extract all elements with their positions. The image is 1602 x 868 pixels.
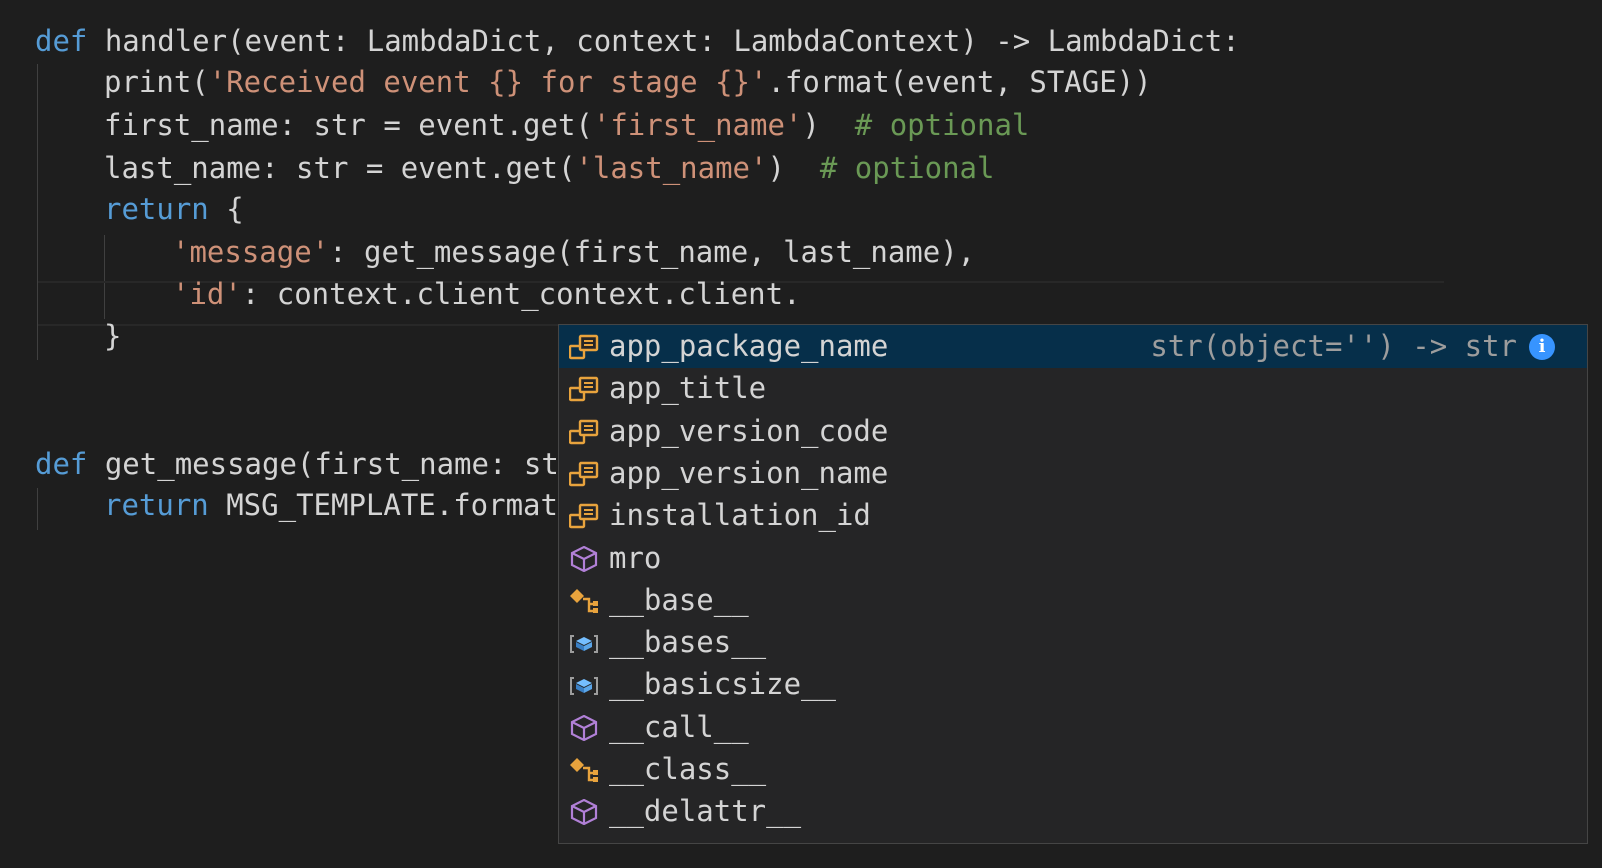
suggestion-label: mro	[609, 540, 662, 575]
info-icon[interactable]: i	[1529, 334, 1555, 360]
method-icon	[569, 546, 599, 572]
class-icon	[569, 757, 599, 783]
suggestion-label: app_version_name	[609, 455, 889, 490]
code-line: }	[104, 319, 122, 353]
code-line: def get_message(first_name: st	[35, 447, 559, 481]
suggestion-label: app_version_code	[609, 413, 889, 448]
field-icon	[569, 334, 599, 360]
code-line: return {	[104, 192, 244, 226]
suggestion-label: __delattr__	[609, 794, 802, 829]
field-icon	[569, 376, 599, 402]
suggestion-label: app_package_name	[609, 329, 889, 363]
suggestion-label: __class__	[609, 752, 767, 786]
suggestion-item[interactable]: mro	[559, 537, 1587, 580]
suggestion-item[interactable]: installation_id	[559, 494, 1587, 537]
class-icon	[569, 588, 599, 614]
code-line: first_name: str = event.get('first_name'…	[104, 108, 1030, 142]
method-icon	[569, 715, 599, 741]
suggestion-item[interactable]: app_title	[559, 367, 1587, 410]
variable-icon	[569, 672, 599, 698]
suggestion-label: __call__	[609, 709, 749, 744]
suggestion-label: __basicsize__	[609, 667, 836, 702]
indent-guide	[37, 488, 38, 530]
suggestion-label: app_title	[609, 371, 767, 406]
suggestion-item[interactable]: app_version_name	[559, 452, 1587, 495]
suggestion-detail: str(object='') -> str	[1150, 329, 1517, 363]
field-icon	[569, 419, 599, 445]
suggestion-label: __bases__	[609, 625, 767, 660]
code-line: def handler(event: LambdaDict, context: …	[35, 24, 1240, 58]
suggestion-label: installation_id	[609, 498, 871, 533]
suggestion-item[interactable]: app_version_code	[559, 410, 1587, 453]
code-line: return MSG_TEMPLATE.format	[104, 488, 558, 522]
suggestion-item[interactable]: __call__	[559, 706, 1587, 749]
suggestion-item[interactable]: __base__	[559, 579, 1587, 622]
suggest-widget[interactable]: app_package_name str(object='') -> str i ap…	[558, 324, 1588, 844]
variable-icon	[569, 630, 599, 656]
suggestion-item[interactable]: __class__	[559, 748, 1587, 791]
code-line: 'id': context.client_context.client.	[172, 277, 801, 311]
suggestion-label: __base__	[609, 582, 749, 617]
suggestion-item[interactable]: __bases__	[559, 621, 1587, 664]
suggestion-item[interactable]: app_package_name str(object='') -> str i	[559, 325, 1587, 368]
suggestion-item[interactable]: __basicsize__	[559, 663, 1587, 706]
code-line: 'message': get_message(first_name, last_…	[172, 235, 976, 269]
field-icon	[569, 503, 599, 529]
code-line: print('Received event {} for stage {}'.f…	[104, 65, 1152, 99]
suggestion-item[interactable]: __delattr__	[559, 790, 1587, 833]
field-icon	[569, 461, 599, 487]
method-icon	[569, 799, 599, 825]
code-line: last_name: str = event.get('last_name') …	[104, 151, 995, 185]
